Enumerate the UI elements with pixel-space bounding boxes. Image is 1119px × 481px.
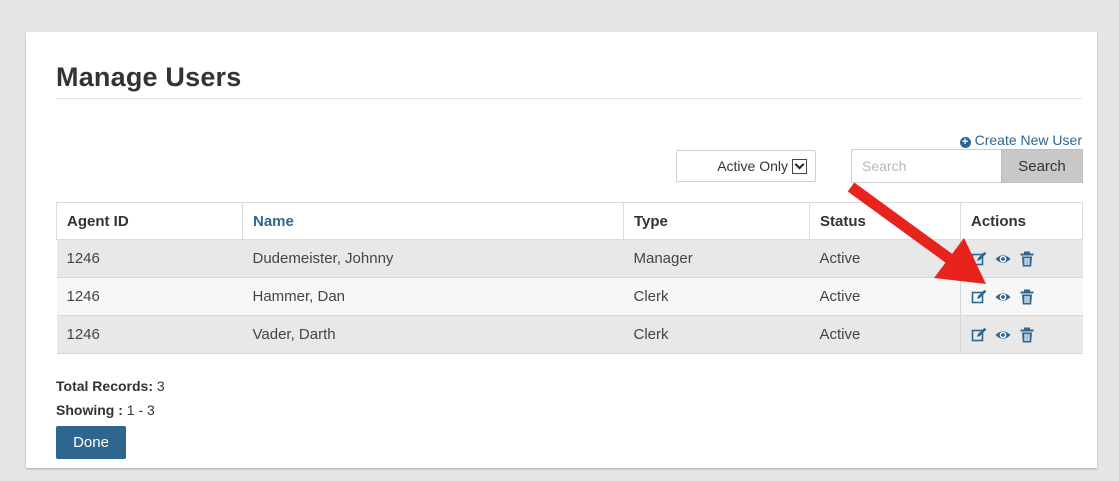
search-input[interactable] <box>851 149 1002 183</box>
create-new-user-link[interactable]: + Create New User <box>959 132 1082 148</box>
total-records-value: 3 <box>156 378 165 394</box>
showing-range: Showing : 1 - 3 <box>56 402 155 418</box>
status-filter-select[interactable]: Active Only <box>676 150 816 182</box>
title-divider <box>56 98 1082 99</box>
edit-icon[interactable] <box>971 327 987 343</box>
manage-users-panel: Manage Users + Create New User Active Onl… <box>26 32 1097 468</box>
delete-icon[interactable] <box>1019 327 1035 343</box>
delete-icon[interactable] <box>1019 251 1035 267</box>
chevron-down-icon <box>792 158 807 174</box>
search-button[interactable]: Search <box>1001 149 1083 183</box>
cell-status: Active <box>809 315 961 354</box>
plus-circle-icon: + <box>959 137 971 148</box>
header-name[interactable]: Name <box>242 202 624 240</box>
view-icon[interactable] <box>995 327 1011 343</box>
page-title: Manage Users <box>56 62 242 92</box>
table-row: 1246 Vader, Darth Clerk Active <box>56 315 1083 354</box>
view-icon[interactable] <box>995 289 1011 305</box>
annotation-arrow <box>847 182 986 284</box>
cell-type: Clerk <box>623 277 810 316</box>
cell-actions <box>960 315 1083 354</box>
showing-value: 1 - 3 <box>126 402 155 418</box>
cell-name: Hammer, Dan <box>242 277 624 316</box>
cell-type: Clerk <box>623 315 810 354</box>
cell-type: Manager <box>623 239 810 278</box>
create-new-user-label: Create New User <box>974 132 1082 148</box>
done-button[interactable]: Done <box>56 426 126 459</box>
header-agent-id: Agent ID <box>56 202 243 240</box>
showing-label: Showing : <box>56 402 123 418</box>
view-icon[interactable] <box>995 251 1011 267</box>
header-type: Type <box>623 202 810 240</box>
delete-icon[interactable] <box>1019 289 1035 305</box>
cell-agent-id: 1246 <box>56 315 243 354</box>
total-records: Total Records: 3 <box>56 378 165 394</box>
total-records-label: Total Records: <box>56 378 153 394</box>
cell-name: Vader, Darth <box>242 315 624 354</box>
cell-agent-id: 1246 <box>56 277 243 316</box>
cell-agent-id: 1246 <box>56 239 243 278</box>
status-filter-value: Active Only <box>717 158 788 174</box>
cell-name: Dudemeister, Johnny <box>242 239 624 278</box>
